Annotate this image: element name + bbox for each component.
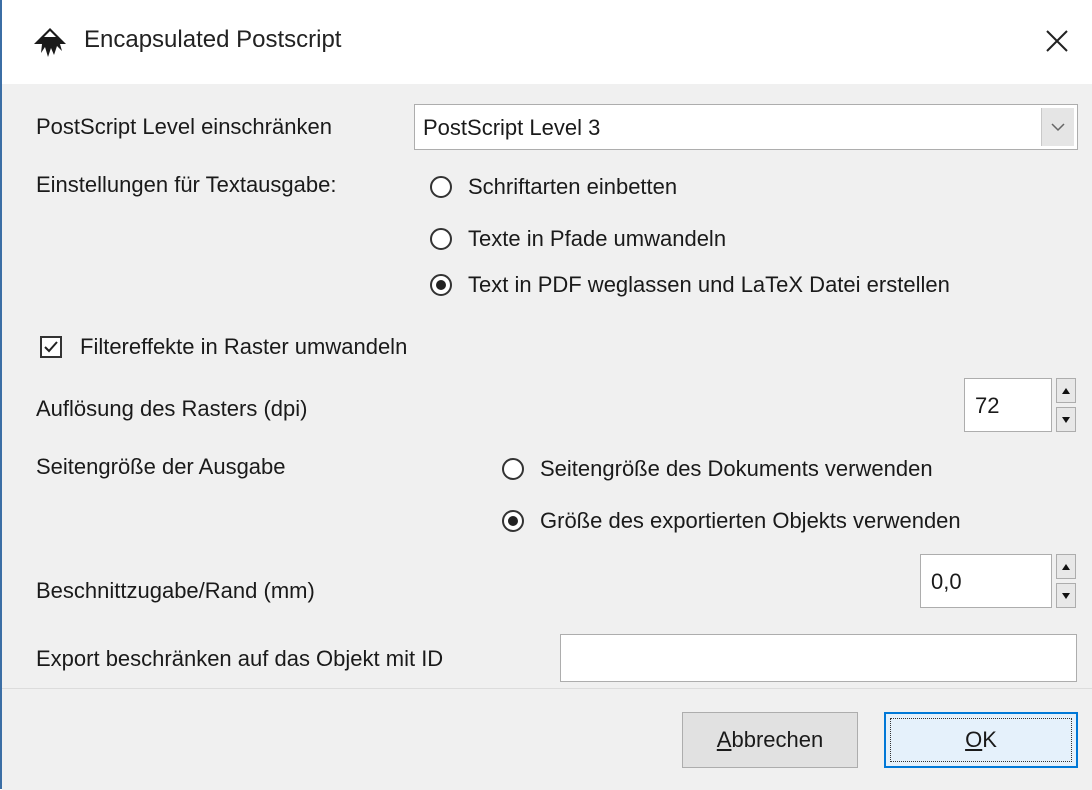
triangle-up-icon	[1062, 387, 1070, 394]
bleed-input[interactable]: 0,0	[920, 554, 1052, 608]
triangle-up-icon	[1062, 563, 1070, 570]
radio-label: Größe des exportierten Objekts verwenden	[540, 508, 961, 533]
dialog-title: Encapsulated Postscript	[84, 26, 342, 53]
resolution-stepper	[1056, 378, 1076, 432]
checkbox-box	[40, 336, 62, 358]
resolution-label: Auflösung des Rasters (dpi)	[36, 396, 308, 421]
dropdown-button[interactable]	[1041, 108, 1074, 146]
bleed-value: 0,0	[931, 569, 962, 594]
increment-button[interactable]	[1056, 378, 1076, 403]
radio-circle-checked	[502, 510, 524, 532]
decrement-button[interactable]	[1056, 583, 1076, 608]
radio-circle	[502, 458, 524, 480]
resolution-input[interactable]: 72	[964, 378, 1052, 432]
radio-label: Texte in Pfade umwandeln	[468, 226, 727, 251]
close-icon	[1046, 30, 1068, 52]
close-button[interactable]	[1032, 16, 1082, 66]
bleed-stepper	[1056, 554, 1076, 608]
radio-omit-text-latex[interactable]: Text in PDF weglassen und LaTeX Datei er…	[430, 268, 950, 302]
filter-effects-checkbox[interactable]: Filtereffekte in Raster umwandeln	[40, 330, 407, 364]
eps-export-dialog: Encapsulated Postscript PostScript Level…	[0, 0, 1092, 790]
triangle-down-icon	[1062, 592, 1070, 599]
triangle-down-icon	[1062, 416, 1070, 423]
radio-label: Seitengröße des Dokuments verwenden	[540, 456, 933, 481]
radio-label: Schriftarten einbetten	[468, 174, 678, 199]
inkscape-icon	[34, 28, 66, 57]
cancel-button[interactable]: Abbrechen	[682, 712, 858, 768]
radio-object-size[interactable]: Größe des exportierten Objekts verwenden	[502, 504, 961, 538]
cancel-button-label: Abbrechen	[717, 727, 823, 753]
ok-button[interactable]: OK	[884, 712, 1078, 768]
checkmark-icon	[44, 341, 58, 353]
export-id-input[interactable]	[560, 634, 1077, 682]
radio-document-page-size[interactable]: Seitengröße des Dokuments verwenden	[502, 452, 933, 486]
radio-label: Text in PDF weglassen und LaTeX Datei er…	[468, 272, 950, 297]
bleed-label: Beschnittzugabe/Rand (mm)	[36, 578, 315, 603]
resolution-value: 72	[975, 393, 1000, 418]
focus-ring	[890, 718, 1072, 762]
checkbox-label: Filtereffekte in Raster umwandeln	[80, 334, 408, 359]
export-id-label: Export beschränken auf das Objekt mit ID	[36, 646, 444, 671]
title-bar: Encapsulated Postscript	[2, 0, 1092, 84]
cancel-label-rest: bbrechen	[731, 727, 824, 752]
ps-level-value: PostScript Level 3	[423, 115, 601, 140]
radio-embed-fonts[interactable]: Schriftarten einbetten	[430, 170, 677, 204]
radio-convert-to-paths[interactable]: Texte in Pfade umwandeln	[430, 222, 726, 256]
cancel-mnemonic: A	[716, 727, 732, 752]
radio-circle	[430, 176, 452, 198]
decrement-button[interactable]	[1056, 407, 1076, 432]
increment-button[interactable]	[1056, 554, 1076, 579]
radio-circle	[430, 228, 452, 250]
chevron-down-icon	[1051, 123, 1065, 132]
text-output-label: Einstellungen für Textausgabe:	[36, 172, 337, 197]
page-size-label: Seitengröße der Ausgabe	[36, 454, 286, 479]
ps-level-select[interactable]: PostScript Level 3	[414, 104, 1078, 150]
ps-level-label: PostScript Level einschränken	[36, 114, 332, 139]
radio-circle-checked	[430, 274, 452, 296]
